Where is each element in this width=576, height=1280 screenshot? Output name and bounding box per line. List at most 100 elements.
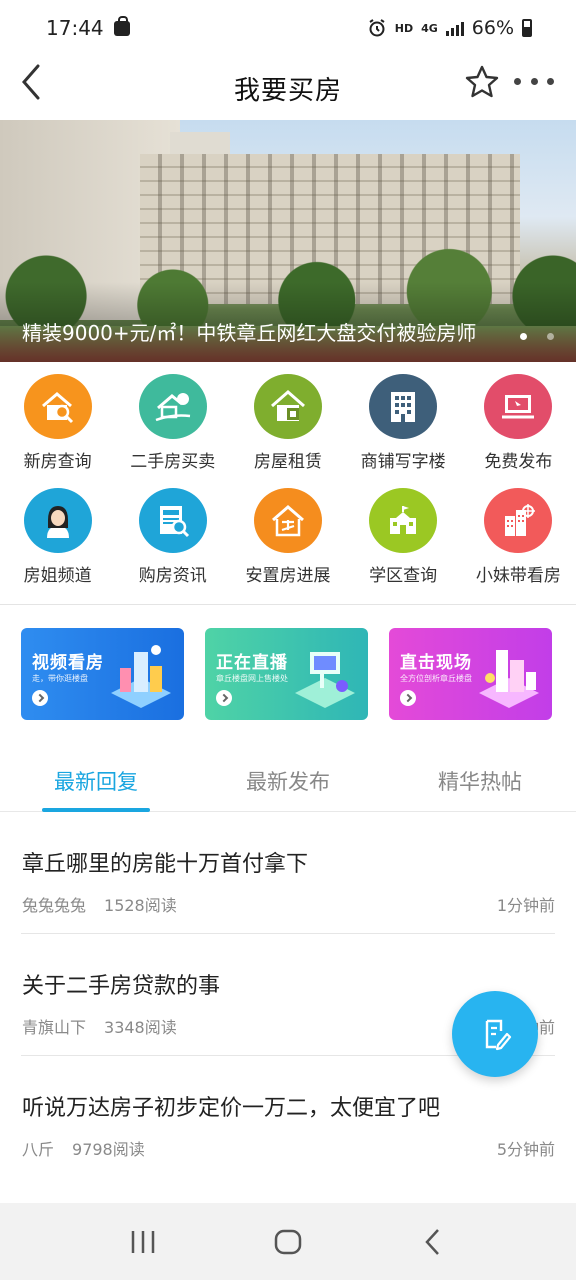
list-item[interactable]: 章丘哪里的房能十万首付拿下 兔兔兔兔 1528阅读 1分钟前 (21, 812, 555, 934)
post-title: 章丘哪里的房能十万首付拿下 (22, 852, 309, 877)
grid-label: 购房资讯 (138, 566, 207, 586)
banner-caption: 精装9000+元/㎡！中铁章丘网红大盘交付被验房师 (22, 321, 477, 345)
home-icon (274, 1229, 302, 1254)
post-reads: 9798阅读 (72, 1140, 145, 1159)
post-reads: 1528阅读 (104, 896, 177, 915)
grid-item-agent-channel[interactable]: 房姐频道 (0, 486, 115, 586)
battery-icon (522, 19, 532, 37)
network-type: 4G (421, 21, 438, 35)
back-chevron-icon (425, 1228, 440, 1255)
compose-button[interactable] (452, 991, 538, 1077)
promo-subtitle: 全方位剖析章丘楼盘 (400, 674, 472, 683)
grid-item-commercial[interactable]: 商铺写字楼 (346, 372, 461, 472)
post-time: 5分钟前 (496, 1140, 555, 1159)
page-title: 我要买房 (233, 75, 342, 106)
tab-featured-posts[interactable]: 精华热帖 (384, 748, 576, 811)
more-dot-icon (530, 77, 538, 85)
live-stream-icon (295, 652, 355, 708)
post-time: 1分钟前 (496, 896, 555, 915)
post-title: 听说万达房子初步定价一万二，太便宜了吧 (22, 1096, 441, 1121)
alarm-icon (369, 19, 385, 37)
grid-label: 房屋租赁 (253, 452, 322, 472)
signal-icon (445, 20, 464, 36)
promo-title: 视频看房 (32, 653, 104, 673)
back-button[interactable] (16, 60, 56, 104)
grid-item-second-hand[interactable]: 二手房买卖 (115, 372, 230, 472)
star-icon (465, 65, 499, 98)
promo-on-site[interactable]: 直击现场 全方位剖析章丘楼盘 (389, 628, 552, 720)
status-right: HD 4G 66% (367, 17, 532, 39)
grid-label: 免费发布 (484, 452, 553, 472)
carousel-dot (547, 333, 554, 340)
grid-label: 商铺写字楼 (360, 452, 446, 472)
app-screen: 17:44 HD 4G 66% 我要买房 精装9000+元/㎡！中铁章丘网红大盘… (0, 0, 576, 1280)
arrow-right-icon (32, 690, 48, 706)
house-search-icon (23, 374, 92, 439)
grid-item-rental[interactable]: 房屋租赁 (230, 372, 345, 472)
grid-item-buying-news[interactable]: 购房资讯 (115, 486, 230, 586)
more-options-button[interactable] (514, 66, 554, 96)
grid-label: 二手房买卖 (130, 452, 216, 472)
recent-apps-button[interactable] (123, 1222, 163, 1262)
system-back-button[interactable] (413, 1222, 453, 1262)
recent-apps-icon (131, 1230, 154, 1253)
post-tabs: 最新回复 最新发布 精华热帖 (0, 748, 576, 812)
post-author: 八斤 (22, 1140, 55, 1159)
building-target-icon (484, 488, 553, 553)
back-arrow-icon (22, 64, 40, 100)
grid-item-resettlement[interactable]: 安置房进展 (230, 486, 345, 586)
school-icon (369, 488, 438, 553)
grid-label: 新房查询 (23, 452, 92, 472)
top-bar: 我要买房 (0, 56, 576, 120)
post-meta: 八斤 9798阅读 (22, 1136, 145, 1160)
grid-label: 安置房进展 (245, 566, 331, 586)
grid-label: 房姐频道 (23, 566, 92, 586)
post-meta: 青旗山下 3348阅读 (22, 1014, 177, 1038)
favorite-button[interactable] (462, 62, 502, 102)
more-dot-icon (547, 77, 554, 85)
house-money-icon (138, 374, 207, 439)
on-site-icon (479, 650, 539, 708)
promo-row: 视频看房 走，带你逛楼盘 正在直播 章丘楼盘网上售楼处 直击现场 全方位剖析章丘… (21, 628, 552, 720)
promo-title: 直击现场 (400, 653, 472, 673)
edit-note-icon (485, 1019, 512, 1051)
laptop-publish-icon (484, 374, 553, 439)
grid-item-guided-viewing[interactable]: 小妹带看房 (461, 486, 576, 586)
shopping-bag-icon (113, 15, 130, 36)
banner-carousel[interactable]: 精装9000+元/㎡！中铁章丘网红大盘交付被验房师 (0, 120, 576, 362)
section-divider (0, 604, 576, 605)
post-author: 青旗山下 (22, 1018, 87, 1037)
status-time: 17:44 (46, 16, 104, 40)
home-button[interactable] (268, 1222, 308, 1262)
grid-label: 学区查询 (369, 566, 438, 586)
post-author: 兔兔兔兔 (22, 896, 87, 915)
post-title: 关于二手房贷款的事 (22, 974, 221, 999)
post-reads: 3348阅读 (104, 1018, 177, 1037)
post-meta: 兔兔兔兔 1528阅读 (22, 892, 177, 916)
carousel-dot-active (520, 333, 527, 340)
grid-item-publish[interactable]: 免费发布 (461, 372, 576, 472)
grid-item-school-district[interactable]: 学区查询 (346, 486, 461, 586)
tab-latest-posts[interactable]: 最新发布 (192, 748, 384, 811)
list-item[interactable]: 听说万达房子初步定价一万二，太便宜了吧 八斤 9798阅读 5分钟前 (21, 1056, 555, 1178)
resettlement-house-icon (253, 488, 322, 553)
battery-percent: 66% (471, 17, 514, 39)
woman-avatar-icon (23, 488, 92, 553)
carousel-indicator (520, 333, 554, 340)
more-dot-icon (514, 77, 521, 85)
grid-label: 小妹带看房 (475, 566, 561, 586)
promo-video-tour[interactable]: 视频看房 走，带你逛楼盘 (21, 628, 184, 720)
feature-grid: 新房查询 二手房买卖 房屋租赁 商铺写字楼 免费发布 房姐频道 购房资讯 安置房… (0, 372, 576, 586)
hd-indicator: HD (394, 21, 414, 35)
video-tour-icon (111, 645, 171, 708)
news-search-icon (138, 488, 207, 553)
promo-live-stream[interactable]: 正在直播 章丘楼盘网上售楼处 (205, 628, 368, 720)
tab-latest-reply[interactable]: 最新回复 (0, 748, 192, 812)
promo-subtitle: 走，带你逛楼盘 (32, 674, 88, 683)
promo-title: 正在直播 (216, 653, 288, 673)
status-bar: 17:44 HD 4G 66% (0, 0, 576, 56)
system-nav-bar (0, 1203, 576, 1280)
grid-item-new-house-search[interactable]: 新房查询 (0, 372, 115, 472)
arrow-right-icon (400, 690, 416, 706)
promo-subtitle: 章丘楼盘网上售楼处 (216, 674, 288, 683)
